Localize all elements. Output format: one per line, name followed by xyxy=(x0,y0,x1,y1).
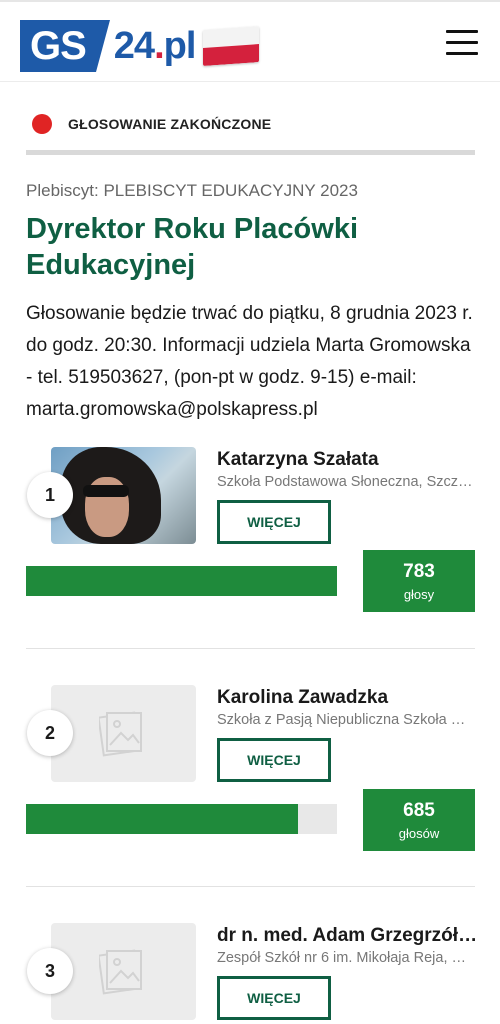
rank-badge: 2 xyxy=(27,710,73,756)
more-button[interactable]: WIĘCEJ xyxy=(217,500,331,544)
candidate-name[interactable]: Katarzyna Szałata xyxy=(217,449,479,471)
more-button[interactable]: WIĘCEJ xyxy=(217,738,331,782)
rank-badge: 3 xyxy=(27,948,73,994)
more-button[interactable]: WIĘCEJ xyxy=(217,976,331,1020)
page-title: Dyrektor Roku Placówki Edukacyjnej xyxy=(26,213,358,281)
candidate-school: Szkoła Podstawowa Słoneczna, Szczecin xyxy=(217,474,473,490)
logo-dot: . xyxy=(154,24,165,67)
candidate-school: Szkoła z Pasją Niepubliczna Szkoła Podst… xyxy=(217,712,473,728)
vote-count-label: głosów xyxy=(398,826,440,841)
site-logo[interactable]: GS 24.pl xyxy=(20,20,260,72)
candidate-name[interactable]: Karolina Zawadzka xyxy=(217,687,479,709)
vote-progress-fill xyxy=(26,566,337,596)
image-placeholder-icon xyxy=(99,949,142,995)
divider xyxy=(26,648,475,649)
status-dot-icon xyxy=(32,114,52,134)
vote-count: 685 xyxy=(403,800,435,821)
polish-flag-icon xyxy=(203,26,260,66)
candidate-school: Zespół Szkół nr 6 im. Mikołaja Reja, Szc… xyxy=(217,950,473,966)
vote-count-box: 783 głosy xyxy=(363,550,475,612)
image-placeholder-icon xyxy=(99,711,142,757)
vote-count: 783 xyxy=(403,561,435,582)
vote-progress-bar xyxy=(26,566,337,596)
logo-gs: GS xyxy=(20,20,110,72)
logo-text: 24.pl xyxy=(113,24,197,68)
rank-badge: 1 xyxy=(27,472,73,518)
divider xyxy=(26,150,475,155)
vote-count-box: 685 głosów xyxy=(363,789,475,851)
vote-count-label: głosy xyxy=(403,587,435,602)
vote-progress-bar xyxy=(26,804,337,834)
hamburger-menu-icon[interactable] xyxy=(446,30,478,56)
candidate-name[interactable]: dr n. med. Adam Grzegrzółka xyxy=(217,925,479,947)
voting-description: Głosowanie będzie trwać do piątku, 8 gru… xyxy=(26,303,473,420)
logo-number: 24 xyxy=(113,24,155,67)
status-label: GŁOSOWANIE ZAKOŃCZONE xyxy=(68,116,272,132)
logo-tld: pl xyxy=(163,24,197,67)
plebiscyt-name: Plebiscyt: PLEBISCYT EDUKACYJNY 2023 xyxy=(26,181,358,200)
site-header: GS 24.pl xyxy=(0,2,500,82)
divider xyxy=(26,886,475,887)
vote-progress-fill xyxy=(26,804,299,834)
voting-status: GŁOSOWANIE ZAKOŃCZONE xyxy=(26,112,271,136)
